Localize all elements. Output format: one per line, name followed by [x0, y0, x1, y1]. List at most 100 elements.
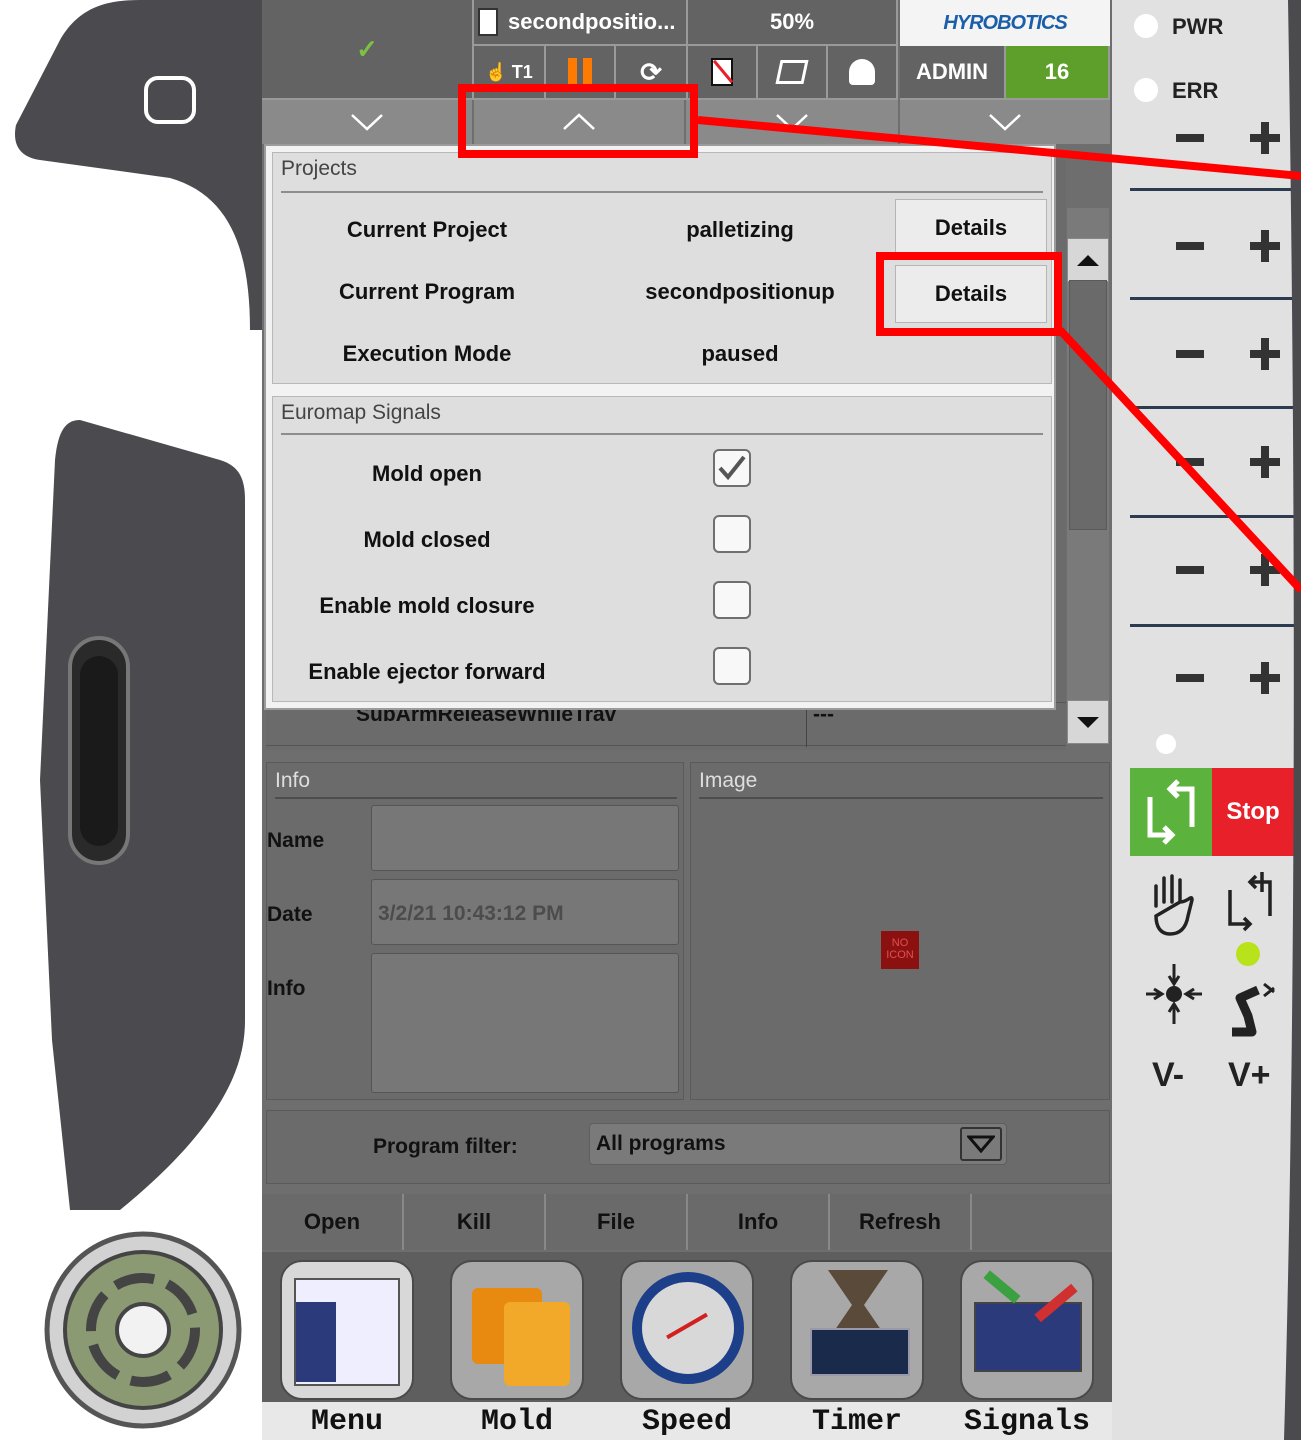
info-panel: Info Name Date 3/2/21 10:43:12 PM Info: [266, 762, 684, 1100]
status-led: [1156, 734, 1176, 754]
nav-timer-label: Timer: [772, 1402, 942, 1440]
info-label: Info: [267, 977, 306, 1000]
enable-mold-closure-checkbox[interactable]: [713, 581, 751, 619]
jog-axis-5-keys[interactable]: [1132, 552, 1292, 592]
cycle-icon: ⟳: [640, 56, 662, 87]
speed-up-button[interactable]: V+: [1228, 1056, 1271, 1095]
program-filter-value: All programs: [596, 1132, 726, 1155]
drives-off-cell[interactable]: [688, 46, 758, 100]
chevron-down-icon: [989, 114, 1021, 131]
info-button[interactable]: Info: [688, 1194, 830, 1250]
minus-icon: [1176, 458, 1204, 466]
speed-cell[interactable]: 50%: [688, 0, 898, 46]
name-field[interactable]: [371, 805, 679, 871]
pendant-casing-right-edge: [1284, 0, 1301, 1440]
program-filter-bar: Program filter: All programs: [266, 1110, 1110, 1184]
nav-signals-label: Signals: [942, 1402, 1112, 1440]
minus-icon: [1176, 242, 1204, 250]
program-name: secondpositio...: [508, 9, 676, 34]
nav-signals[interactable]: Signals: [942, 1252, 1112, 1440]
nav-mold-label: Mold: [432, 1402, 602, 1440]
pwr-label: PWR: [1172, 14, 1224, 39]
mold-closed-checkbox[interactable]: [713, 515, 751, 553]
status-ok-cell[interactable]: ✓: [262, 0, 474, 100]
triangle-down-icon: [967, 1135, 995, 1153]
project-details-button[interactable]: Details: [895, 199, 1047, 257]
status-expand-1-button[interactable]: [262, 100, 474, 144]
program-list-scrollbar[interactable]: [1067, 208, 1109, 744]
mode-value: T1: [511, 61, 533, 82]
minus-icon: [1176, 674, 1204, 682]
start-button[interactable]: [1130, 768, 1212, 856]
brand-logo: HYROBOTICS: [900, 0, 1110, 46]
program-filter-dropdown[interactable]: All programs: [589, 1123, 1007, 1165]
mold-icon: [450, 1260, 584, 1400]
nav-mold[interactable]: Mold: [432, 1252, 602, 1440]
user-level: 16: [1044, 59, 1070, 84]
info-field[interactable]: [371, 953, 679, 1093]
signal-label: Enable mold closure: [319, 593, 535, 618]
speed-down-button[interactable]: V-: [1152, 1056, 1184, 1095]
pendant-casing-top: [15, 0, 262, 330]
cycle-start-icon: [1147, 779, 1195, 845]
signals-icon: [960, 1260, 1094, 1400]
kill-button[interactable]: Kill: [404, 1194, 546, 1250]
checkmark-icon: ✓: [356, 33, 378, 64]
timer-icon: [790, 1260, 924, 1400]
emergency-stop-icon[interactable]: [40, 1230, 250, 1430]
err-led: [1134, 78, 1158, 102]
refresh-button[interactable]: Refresh: [830, 1194, 972, 1250]
program-file-icon: [478, 8, 498, 36]
open-button[interactable]: Open: [262, 1194, 404, 1250]
execution-mode-label: Execution Mode: [342, 341, 512, 366]
home-target-icon: [1146, 964, 1202, 1024]
teach-pendant-screen: ✓ secondpositio... 50% HYROBOTICS ☝ T1 ⟳ …: [262, 0, 1112, 1440]
dropdown-toggle-button[interactable]: [960, 1127, 1002, 1161]
program-name-cell[interactable]: secondpositio...: [474, 0, 688, 46]
pendant-casing-side: [40, 420, 245, 1210]
nav-speed[interactable]: Speed: [602, 1252, 772, 1440]
signal-label: Mold open: [372, 461, 482, 486]
jog-axis-1-keys[interactable]: [1132, 120, 1292, 160]
image-panel-title: Image: [699, 769, 758, 792]
hand-icon: ☝: [485, 61, 508, 82]
mold-open-checkbox[interactable]: [713, 449, 751, 487]
action-button-row: Open Kill File Info Refresh: [262, 1194, 1112, 1250]
enable-ejector-forward-checkbox[interactable]: [713, 647, 751, 685]
scroll-down-button[interactable]: [1067, 700, 1109, 744]
name-label: Name: [267, 829, 325, 852]
tool-frame-cell[interactable]: [758, 46, 828, 100]
program-status-dialog: Projects Current Project palletizing Det…: [264, 144, 1056, 710]
jog-axis-6-keys[interactable]: [1132, 660, 1292, 700]
program-filter-label: Program filter:: [373, 1135, 518, 1158]
jog-axis-4-keys[interactable]: [1132, 444, 1292, 484]
menu-icon: [280, 1260, 414, 1400]
user-frame-cell[interactable]: [828, 46, 898, 100]
speedometer-icon: [620, 1260, 754, 1400]
date-label: Date: [267, 903, 313, 926]
date-field[interactable]: 3/2/21 10:43:12 PM: [371, 879, 679, 945]
home-position-button[interactable]: [1142, 960, 1206, 1028]
jog-axis-2-keys[interactable]: [1132, 228, 1292, 268]
status-expand-3-button[interactable]: [686, 100, 900, 144]
pause-icon: [568, 58, 592, 86]
current-program-label: Current Program: [338, 279, 516, 304]
status-expand-4-button[interactable]: [900, 100, 1112, 144]
nav-menu[interactable]: Menu: [262, 1252, 432, 1440]
hand-guiding-button[interactable]: [1142, 872, 1202, 938]
checkmark-icon: [718, 455, 746, 481]
user-cell[interactable]: ADMIN: [900, 46, 1006, 100]
info-panel-title: Info: [275, 769, 311, 792]
triangle-down-icon: [1077, 716, 1099, 728]
user-level-cell[interactable]: 16: [1006, 46, 1110, 100]
scroll-thumb[interactable]: [1069, 280, 1107, 530]
highlight-box-collapse-arrow: [458, 84, 698, 158]
nav-timer[interactable]: Timer: [772, 1252, 942, 1440]
current-project-label: Current Project: [346, 217, 508, 242]
speed-value: 50%: [769, 9, 815, 34]
err-label: ERR: [1172, 78, 1219, 103]
no-icon-placeholder: NO ICON: [881, 931, 919, 969]
file-button[interactable]: File: [546, 1194, 688, 1250]
scroll-up-button[interactable]: [1067, 238, 1109, 282]
jog-axis-3-keys[interactable]: [1132, 336, 1292, 376]
